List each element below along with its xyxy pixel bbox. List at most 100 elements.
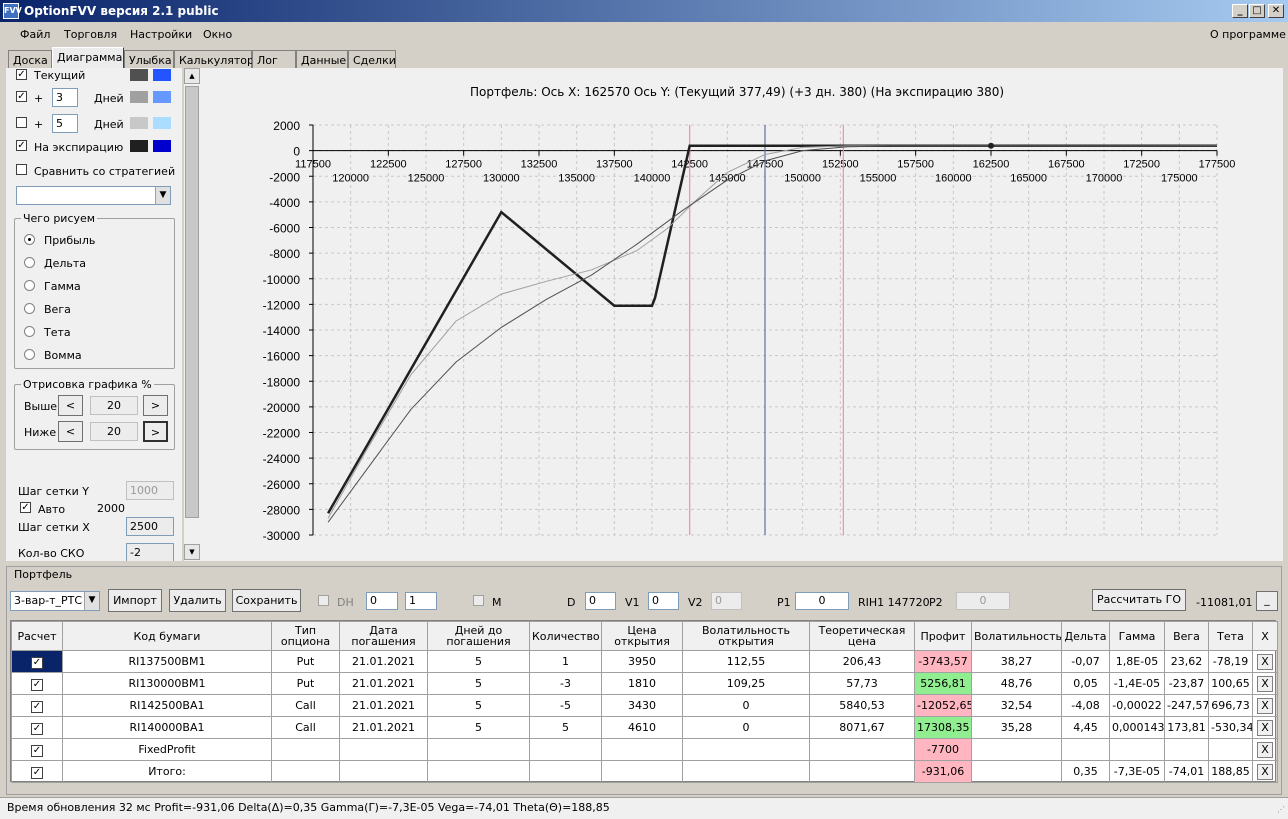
- portfolio-select[interactable]: 3-вар-т_РТС ▼: [10, 591, 100, 611]
- calc-checkbox-cell[interactable]: ✓: [11, 672, 63, 695]
- column-header[interactable]: Тета: [1208, 621, 1253, 651]
- radio-vega[interactable]: [24, 303, 35, 314]
- scroll-up-icon[interactable]: ▲: [184, 68, 200, 84]
- calc-checkbox[interactable]: ✓: [31, 700, 43, 713]
- calc-checkbox[interactable]: ✓: [31, 656, 43, 669]
- save-button[interactable]: Сохранить: [232, 589, 301, 612]
- gridX-input[interactable]: 2500: [126, 517, 174, 536]
- menu-trading[interactable]: Торговля: [64, 28, 117, 41]
- delete-button[interactable]: Удалить: [169, 589, 226, 612]
- expiry-color-swatch[interactable]: [130, 140, 148, 152]
- chevron-down-icon[interactable]: ▼: [84, 592, 99, 610]
- scroll-thumb[interactable]: [185, 86, 199, 518]
- above-decrease-button[interactable]: <: [58, 395, 83, 416]
- calc-checkbox-cell[interactable]: ✓: [11, 650, 63, 673]
- compare-checkbox[interactable]: [16, 164, 27, 175]
- column-header[interactable]: Количество: [529, 621, 602, 651]
- tab-log[interactable]: Лог: [252, 50, 296, 68]
- plus1-color-alt-swatch[interactable]: [153, 91, 171, 103]
- d-input[interactable]: 0: [585, 592, 616, 610]
- column-header[interactable]: Код бумаги: [62, 621, 272, 651]
- below-decrease-button[interactable]: <: [58, 421, 83, 442]
- auto-checkbox[interactable]: ✓: [20, 502, 31, 513]
- remove-row-button[interactable]: X: [1257, 675, 1273, 692]
- left-panel-scrollbar[interactable]: ▲ ▼: [183, 68, 200, 561]
- plus1-color-swatch[interactable]: [130, 91, 148, 103]
- v2-input[interactable]: 0: [711, 592, 742, 610]
- sko-input[interactable]: -2: [126, 543, 174, 561]
- column-header[interactable]: Цена открытия: [601, 621, 683, 651]
- tab-board[interactable]: Доска: [8, 50, 52, 68]
- table-row[interactable]: ✓ Итого: -931,06 0,35 -7,3E-05 -74,01 188,85 X: [11, 760, 1278, 783]
- m-checkbox[interactable]: [473, 595, 484, 606]
- chart-area[interactable]: Портфель: Ось X: 162570 Ось Y: (Текущий …: [200, 68, 1283, 561]
- import-button[interactable]: Импорт: [108, 589, 162, 612]
- column-header[interactable]: Гамма: [1109, 621, 1165, 651]
- remove-row-button[interactable]: X: [1257, 763, 1273, 780]
- menu-about[interactable]: О программе: [1210, 28, 1286, 41]
- gridY-input[interactable]: 1000: [126, 481, 174, 500]
- plus1-checkbox[interactable]: ✓: [16, 91, 27, 102]
- dh-checkbox[interactable]: [318, 595, 329, 606]
- expiry-color-alt-swatch[interactable]: [153, 140, 171, 152]
- chevron-down-icon[interactable]: ▼: [155, 187, 170, 204]
- v1-input[interactable]: 0: [648, 592, 679, 610]
- dh-spin1[interactable]: 0: [366, 592, 398, 610]
- table-row[interactable]: ✓ RI130000BM1 Put 21.01.2021 5 -3 1810 109,25 57…: [11, 672, 1278, 695]
- menu-settings[interactable]: Настройки: [130, 28, 192, 41]
- column-header[interactable]: Расчет: [11, 621, 63, 651]
- radio-delta[interactable]: [24, 257, 35, 268]
- plus2-checkbox[interactable]: [16, 117, 27, 128]
- column-header[interactable]: Вега: [1164, 621, 1209, 651]
- calc-checkbox-cell[interactable]: ✓: [11, 760, 63, 783]
- column-header[interactable]: Дельта: [1061, 621, 1110, 651]
- plus2-days-input[interactable]: 5: [52, 114, 78, 133]
- column-header[interactable]: X: [1252, 621, 1278, 651]
- resize-grip-icon[interactable]: ⋰: [1277, 805, 1285, 814]
- scroll-down-icon[interactable]: ▼: [184, 544, 200, 560]
- payoff-chart[interactable]: 2000 0 -2000 -4000 -6000 -8000 -10000 -12000 -14…: [200, 68, 1283, 561]
- collapse-button[interactable]: _: [1256, 591, 1278, 611]
- table-row[interactable]: ✓ RI137500BM1 Put 21.01.2021 5 1 3950 112,55 206…: [11, 650, 1278, 673]
- menu-file[interactable]: Файл: [20, 28, 50, 41]
- p2-input[interactable]: 0: [956, 592, 1010, 610]
- remove-row-button[interactable]: X: [1257, 741, 1273, 758]
- strategy-select[interactable]: ▼: [16, 186, 171, 205]
- dh-spin2[interactable]: 1: [405, 592, 437, 610]
- maximize-icon[interactable]: □: [1249, 4, 1265, 18]
- tab-calculator[interactable]: Калькулятор: [174, 50, 254, 68]
- remove-row-button[interactable]: X: [1257, 719, 1273, 736]
- current-checkbox[interactable]: ✓: [16, 69, 27, 80]
- menu-window[interactable]: Окно: [203, 28, 232, 41]
- tab-smile[interactable]: Улыбка: [124, 50, 174, 68]
- column-header[interactable]: Тип опциона: [271, 621, 340, 651]
- calc-checkbox-cell[interactable]: ✓: [11, 738, 63, 761]
- plus2-color-swatch[interactable]: [130, 117, 148, 129]
- minimize-icon[interactable]: _: [1232, 4, 1248, 18]
- calc-checkbox[interactable]: ✓: [31, 722, 43, 735]
- column-header[interactable]: Дата погашения: [339, 621, 428, 651]
- radio-vomma[interactable]: [24, 349, 35, 360]
- table-row[interactable]: ✓ FixedProfit -7700 X: [11, 738, 1278, 761]
- below-increase-button[interactable]: >: [143, 421, 168, 442]
- current-color-alt-swatch[interactable]: [153, 69, 171, 81]
- remove-row-button[interactable]: X: [1257, 653, 1273, 670]
- column-header[interactable]: Волатильность: [971, 621, 1062, 651]
- column-header[interactable]: Профит: [914, 621, 972, 651]
- expiry-checkbox[interactable]: ✓: [16, 140, 27, 151]
- calc-checkbox-cell[interactable]: ✓: [11, 716, 63, 739]
- table-row[interactable]: ✓ RI142500BA1 Call 21.01.2021 5 -5 3430 0 5840,5…: [11, 694, 1278, 717]
- above-increase-button[interactable]: >: [143, 395, 168, 416]
- plus2-color-alt-swatch[interactable]: [153, 117, 171, 129]
- column-header[interactable]: Дней до погашения: [427, 621, 530, 651]
- remove-row-button[interactable]: X: [1257, 697, 1273, 714]
- close-icon[interactable]: ✕: [1268, 4, 1284, 18]
- tab-diagram[interactable]: Диаграмма: [52, 47, 124, 68]
- column-header[interactable]: Волатильность открытия: [682, 621, 810, 651]
- calc-go-button[interactable]: Рассчитать ГО: [1092, 589, 1186, 611]
- tab-deals[interactable]: Сделки: [348, 50, 396, 68]
- calc-checkbox-cell[interactable]: ✓: [11, 694, 63, 717]
- p1-input[interactable]: 0: [795, 592, 849, 610]
- calc-checkbox[interactable]: ✓: [31, 744, 43, 757]
- radio-profit[interactable]: [24, 234, 35, 245]
